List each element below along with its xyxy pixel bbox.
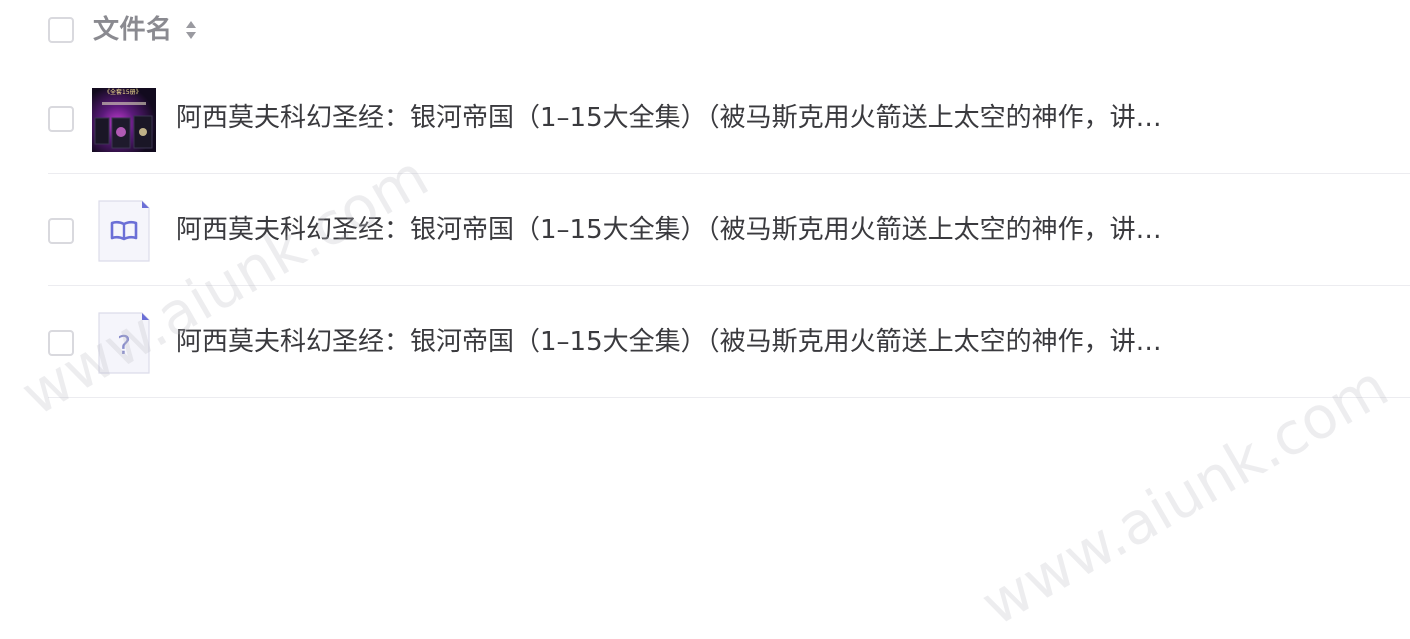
file-name[interactable]: 阿西莫夫科幻圣经：银河帝国（1–15大全集）（被马斯克用火箭送上太空的神作，讲… (176, 324, 1236, 360)
book-cover-thumbnail: 《全套15册》 (92, 88, 156, 152)
cover-label: 《全套15册》 (104, 89, 142, 96)
select-all-checkbox[interactable] (48, 17, 74, 43)
file-row[interactable]: ? 阿西莫夫科幻圣经：银河帝国（1–15大全集）（被马斯克用火箭送上太空的神作，… (48, 286, 1410, 398)
file-name[interactable]: 阿西莫夫科幻圣经：银河帝国（1–15大全集）（被马斯克用火箭送上太空的神作，讲… (176, 100, 1236, 136)
file-list-header: 文件名 (0, 0, 1410, 62)
column-title-filename: 文件名 (93, 15, 173, 45)
file-list: 文件名 《全套15册》 阿西莫夫科幻圣经：银河帝国（1–15大全集）（被马斯克用… (0, 0, 1410, 588)
unknown-file-icon: ? (98, 312, 150, 374)
file-row-checkbox[interactable] (48, 218, 74, 244)
file-row-checkbox[interactable] (48, 330, 74, 356)
svg-text:?: ? (117, 331, 131, 361)
sort-both-icon[interactable] (184, 18, 198, 42)
file-row[interactable]: 《全套15册》 阿西莫夫科幻圣经：银河帝国（1–15大全集）（被马斯克用火箭送上… (48, 62, 1410, 174)
file-name[interactable]: 阿西莫夫科幻圣经：银河帝国（1–15大全集）（被马斯克用火箭送上太空的神作，讲… (176, 212, 1236, 248)
file-row[interactable]: 阿西莫夫科幻圣经：银河帝国（1–15大全集）（被马斯克用火箭送上太空的神作，讲… (48, 174, 1410, 286)
ebook-icon (98, 200, 150, 262)
file-row-checkbox[interactable] (48, 106, 74, 132)
